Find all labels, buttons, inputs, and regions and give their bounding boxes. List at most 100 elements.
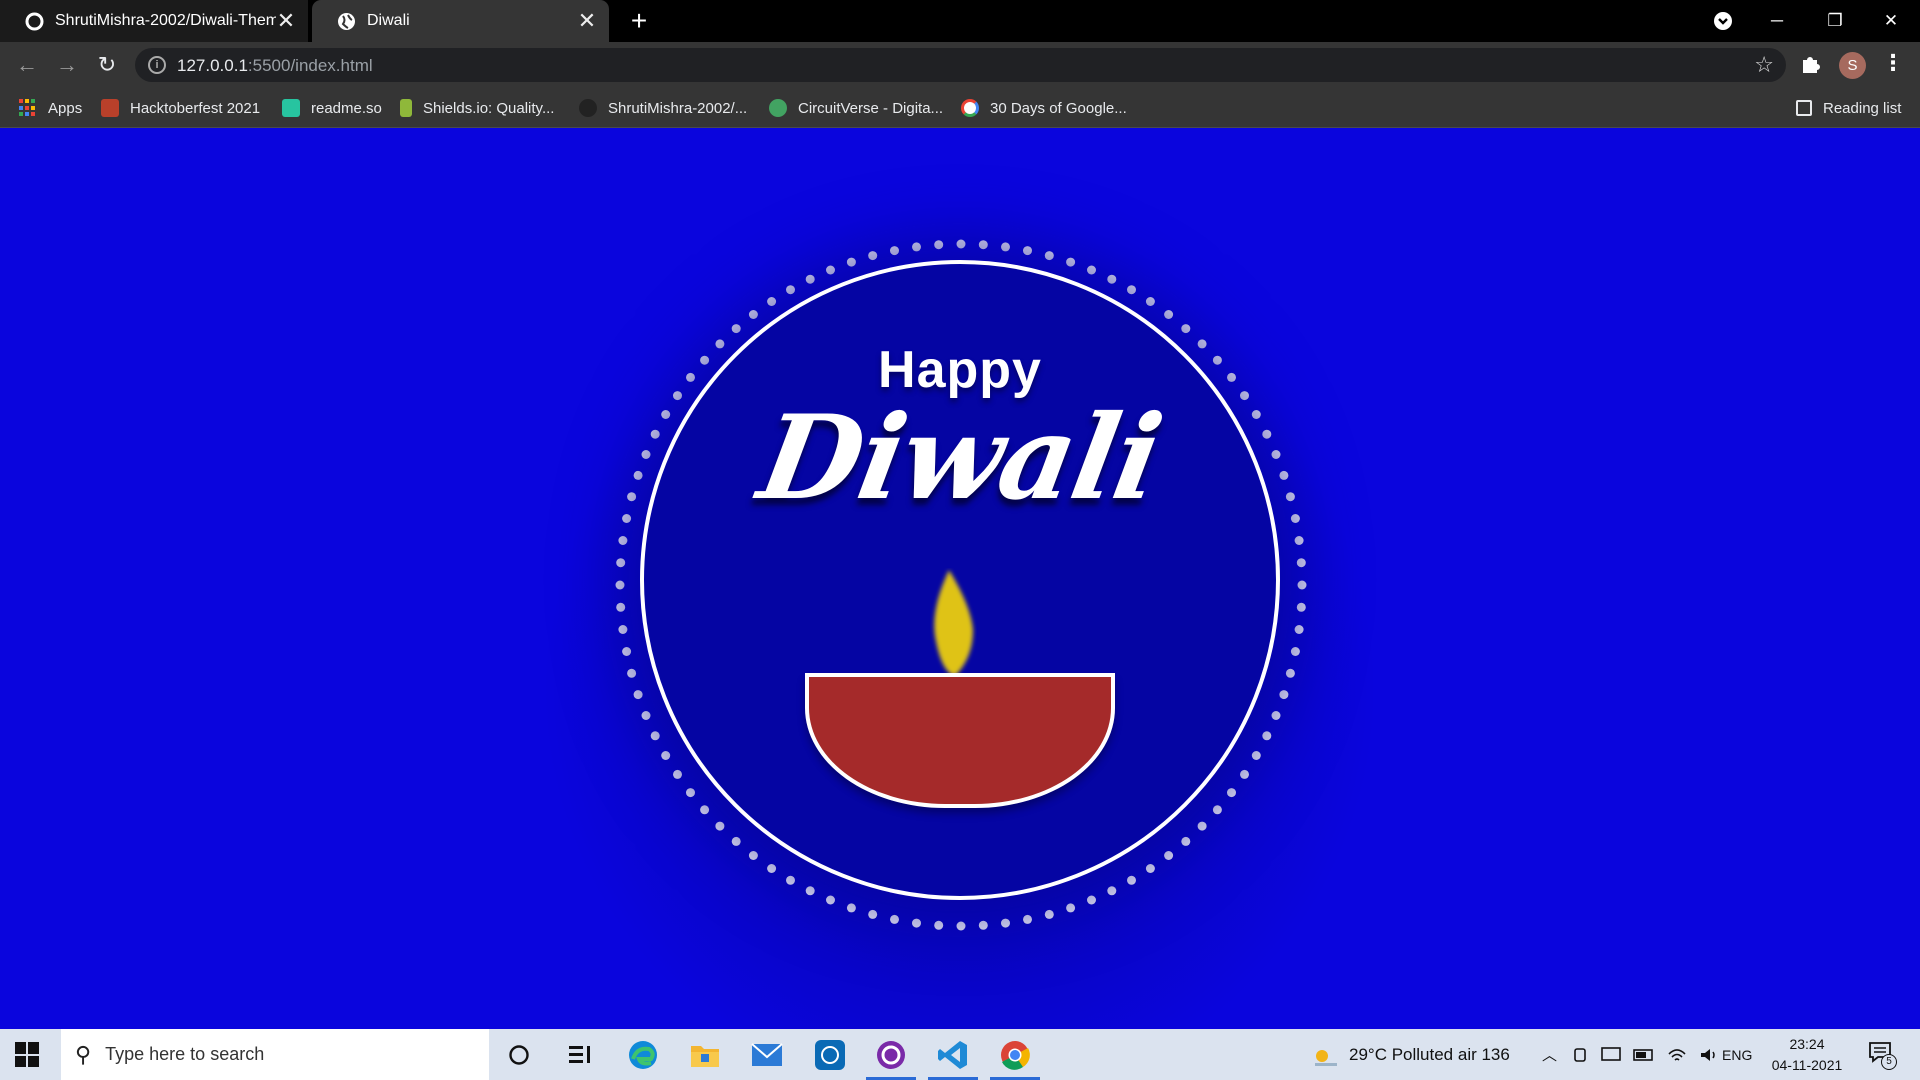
reload-button[interactable]: ↻ [90,48,124,82]
file-explorer-icon[interactable] [676,1029,734,1080]
ring-dot [700,355,710,365]
bookmark-github[interactable]: ShrutiMishra-2002/... [579,88,747,128]
ring-dot [1044,909,1054,919]
site-info-icon[interactable]: i [148,56,166,74]
ring-dot [633,690,643,700]
chrome-icon[interactable] [986,1029,1044,1080]
wifi-icon[interactable] [1667,1046,1687,1064]
ring-dot [1145,864,1155,873]
ring-dot [715,821,725,831]
tab-strip: ShrutiMishra-2002/Diwali-Theme ✕ Diwali … [0,0,1920,42]
ring-dot [1001,918,1010,928]
minimize-button[interactable]: ─ [1748,0,1806,42]
github-desktop-icon[interactable] [862,1029,920,1080]
restore-button[interactable]: ❐ [1806,0,1864,42]
bookmark-label: CircuitVerse - Digita... [798,99,944,117]
notifications-icon[interactable]: 5 [1868,1041,1897,1070]
diwali-page: Happy Diwali [0,128,1920,1029]
tab-diwali[interactable]: Diwali ✕ [312,0,609,42]
ring-dot [826,895,835,905]
close-window-button[interactable]: ✕ [1862,0,1920,42]
mail-icon[interactable] [738,1029,796,1080]
ring-dot [1001,242,1010,252]
bookmark-hacktoberfest[interactable]: Hacktoberfest 2021 [101,88,260,128]
forward-button[interactable]: → [50,48,84,82]
reading-list-button[interactable]: Reading list [1796,88,1901,128]
ring-dot [616,558,626,568]
ring-dot [1066,257,1076,267]
vscode-icon[interactable] [924,1029,982,1080]
bookmark-shields[interactable]: Shields.io: Quality... [400,88,554,128]
clock[interactable]: 23:24 04-11-2021 [1762,1034,1852,1076]
ring-dot [686,372,695,382]
bookmark-readme[interactable]: readme.so [282,88,382,128]
reading-list-icon [1796,100,1812,116]
browser-menu-icon[interactable]: ⋮ [1882,50,1904,76]
tab-title: Diwali [367,12,410,29]
display-icon[interactable] [1601,1046,1621,1064]
windows-start-icon[interactable] [15,1042,40,1067]
show-hidden-icons[interactable]: ︿ [1542,1029,1557,1080]
task-view-icon[interactable] [551,1029,609,1080]
ring-dot [641,450,651,459]
ring-dot [1271,711,1281,720]
weather-widget[interactable]: 29°C Polluted air 136 [1311,1029,1510,1080]
shields-icon [400,99,412,117]
battery-icon[interactable] [1633,1046,1655,1064]
ring-dot [748,851,758,860]
extensions-puzzle-icon[interactable] [1800,52,1822,80]
bookmark-circuitverse[interactable]: CircuitVerse - Digita... [769,88,943,128]
ring-dot [1197,821,1207,831]
ring-dot [1087,265,1096,275]
ring-dot [978,240,988,250]
new-tab-button[interactable]: + [624,6,654,36]
tab-search-icon[interactable] [1694,0,1752,42]
ring-dot [1197,339,1207,349]
ring-dot [1290,514,1300,523]
ring-dot [1290,647,1300,656]
dell-icon[interactable] [801,1029,859,1080]
language-indicator[interactable]: ENG [1722,1029,1752,1080]
ring-dot [1271,450,1281,459]
ring-dot [786,875,795,885]
hacktoberfest-icon [101,99,119,117]
ring-dot [1227,788,1236,798]
github-icon [25,12,44,31]
volume-icon[interactable] [1699,1046,1719,1064]
tab-github-repo[interactable]: ShrutiMishra-2002/Diwali-Theme ✕ [0,0,308,42]
ring-dot [1107,886,1117,896]
ring-dot [1294,625,1304,634]
meet-now-icon[interactable] [1573,1046,1589,1064]
address-bar[interactable]: i 127.0.0.1:5500/index.html ☆ [135,48,1786,82]
ring-dot [1212,805,1222,815]
bookmark-label: Hacktoberfest 2021 [130,99,261,117]
bookmark-google[interactable]: 30 Days of Google... [961,88,1127,128]
bookmark-apps[interactable]: Apps [19,88,82,128]
ring-dot [767,297,777,306]
close-tab-icon[interactable]: ✕ [577,10,597,32]
cortana-icon[interactable] [490,1029,548,1080]
close-tab-icon[interactable]: ✕ [276,10,296,32]
url-path: :5500/index.html [247,56,373,75]
ring-dot [1127,285,1136,295]
google-icon [961,99,979,117]
url-text: 127.0.0.1:5500/index.html [177,56,373,76]
edge-icon[interactable] [614,1029,672,1080]
ring-dot [1285,492,1295,502]
ring-dot [661,751,671,760]
weather-text: 29°C Polluted air 136 [1349,1044,1510,1064]
bookmark-label: Shields.io: Quality... [423,99,555,117]
back-button[interactable]: ← [10,48,44,82]
ring-dot [1227,372,1236,382]
search-icon: ⚲ [75,1041,92,1067]
taskbar-search-box[interactable]: ⚲ Type here to search [61,1029,489,1080]
ring-dot [846,257,856,267]
ring-dot [1107,274,1117,284]
bookmark-label: Apps [48,99,83,117]
globe-icon [337,12,356,31]
bookmark-star-icon[interactable]: ☆ [1754,52,1774,78]
profile-avatar[interactable]: S [1839,52,1866,79]
ring-dot [934,240,944,250]
ring-dot [1240,769,1249,779]
clock-date: 04-11-2021 [1771,1057,1843,1073]
